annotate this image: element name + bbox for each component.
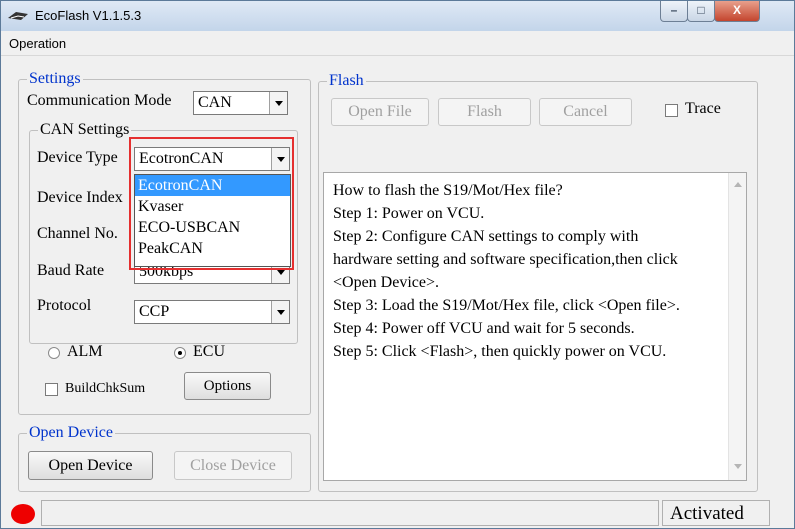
buildchksum-label: BuildChkSum: [65, 381, 146, 396]
flash-group-title: Flash: [327, 72, 366, 90]
alm-label: ALM: [67, 343, 103, 360]
maximize-button[interactable]: □: [687, 1, 715, 22]
device-index-label: Device Index: [37, 189, 123, 206]
trace-checkbox[interactable]: [665, 104, 678, 117]
instruction-line: Step 1: Power on VCU.: [333, 205, 485, 222]
minimize-button[interactable]: –: [660, 1, 688, 22]
protocol-value: CCP: [139, 303, 170, 320]
status-text: Activated: [670, 503, 744, 524]
instructions-textbox[interactable]: How to flash the S19/Mot/Hex file? Step …: [323, 172, 747, 481]
baud-rate-label: Baud Rate: [37, 262, 105, 279]
chevron-down-icon[interactable]: [269, 92, 287, 114]
can-settings-title: CAN Settings: [38, 121, 132, 139]
options-button[interactable]: Options: [184, 372, 271, 400]
open-device-group-title: Open Device: [27, 424, 115, 442]
app-window: EcoFlash V1.1.5.3 – □ X Operation Settin…: [0, 0, 795, 529]
instruction-line: Step 4: Power off VCU and wait for 5 sec…: [333, 320, 635, 337]
close-button[interactable]: X: [714, 1, 760, 22]
instruction-line: Step 3: Load the S19/Mot/Hex file, click…: [333, 297, 680, 314]
menu-bar: Operation: [1, 31, 794, 56]
instruction-line: <Open Device>.: [333, 274, 440, 291]
buildchksum-checkbox[interactable]: [45, 383, 58, 396]
device-type-label: Device Type: [37, 149, 118, 166]
comm-mode-label: Communication Mode: [27, 92, 172, 109]
highlight-box: [129, 137, 294, 270]
ecu-label: ECU: [193, 343, 225, 360]
instruction-line: Step 2: Configure CAN settings to comply…: [333, 228, 639, 245]
instruction-line: Step 5: Click <Flash>, then quickly powe…: [333, 343, 667, 360]
instruction-line: How to flash the S19/Mot/Hex file?: [333, 182, 563, 199]
app-logo-icon: [8, 12, 28, 20]
menu-operation[interactable]: Operation: [9, 36, 66, 51]
protocol-label: Protocol: [37, 297, 92, 314]
channel-label: Channel No.: [37, 225, 118, 242]
scroll-up-icon[interactable]: [734, 182, 742, 187]
open-file-button[interactable]: Open File: [331, 98, 429, 126]
close-device-button[interactable]: Close Device: [174, 451, 292, 480]
cancel-button[interactable]: Cancel: [539, 98, 632, 126]
window-title: EcoFlash V1.1.5.3: [35, 8, 142, 23]
instruction-line: hardware setting and software specificat…: [333, 251, 678, 268]
ecu-radio[interactable]: [174, 347, 186, 359]
comm-mode-value: CAN: [198, 94, 232, 111]
settings-group-title: Settings: [27, 70, 83, 88]
connection-status-indicator: [11, 504, 35, 524]
flash-button[interactable]: Flash: [438, 98, 531, 126]
chevron-down-icon[interactable]: [271, 301, 289, 323]
scroll-down-icon[interactable]: [734, 464, 742, 469]
vertical-scrollbar[interactable]: [728, 173, 746, 480]
alm-radio[interactable]: [48, 347, 60, 359]
comm-mode-select[interactable]: CAN: [193, 91, 288, 115]
trace-label: Trace: [685, 100, 721, 117]
status-cell-main: [41, 500, 659, 526]
title-bar[interactable]: EcoFlash V1.1.5.3 – □ X: [1, 1, 794, 31]
open-device-button[interactable]: Open Device: [28, 451, 153, 480]
protocol-select[interactable]: CCP: [134, 300, 290, 324]
